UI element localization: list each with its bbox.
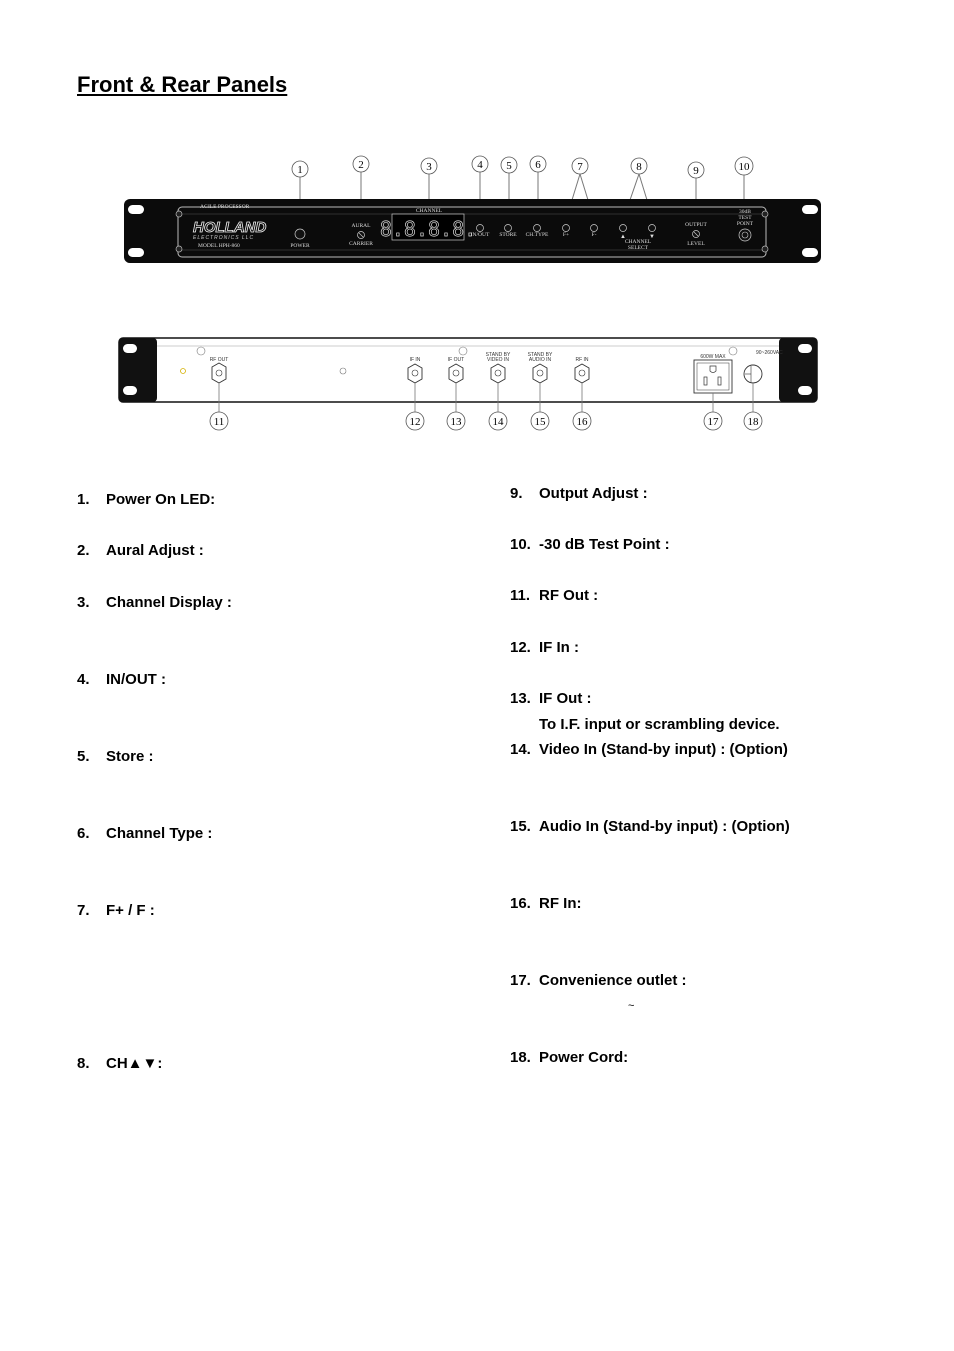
voltage-label: 90~260VAC	[756, 350, 783, 356]
if-out-connector[interactable]	[448, 363, 464, 384]
rf-in-label: RF IN	[575, 357, 588, 363]
item-label: Convenience outlet :	[539, 972, 687, 989]
list-item: 16. RF In:	[510, 895, 582, 912]
callout-num: 14	[493, 416, 505, 428]
callout-num: 16	[577, 416, 589, 428]
list-item: 2. Aural Adjust :	[77, 542, 204, 559]
list-item: 17. Convenience outlet :	[510, 972, 687, 989]
list-item: 12. IF In :	[510, 639, 579, 656]
if-in-label: IF IN	[410, 357, 421, 363]
item-label: RF Out :	[539, 587, 599, 604]
callout-num: 13	[451, 416, 463, 428]
if-out-label: IF OUT	[448, 357, 464, 363]
callout-num: 12	[410, 416, 421, 428]
list-item: 13. IF Out :	[510, 690, 592, 707]
item-17-tilde: ~	[628, 1000, 635, 1012]
list-item: 18. Power Cord:	[510, 1049, 629, 1066]
standby-video-in-connector[interactable]	[490, 363, 506, 384]
callout-num: 15	[535, 416, 547, 428]
item-label: Audio In (Stand-by input) : (Option)	[539, 818, 790, 835]
list-item: 3. Channel Display :	[77, 594, 232, 611]
list-item: 11. RF Out :	[510, 587, 599, 604]
item-label: Power On LED:	[106, 491, 216, 508]
item-label: Channel Display :	[106, 594, 232, 611]
callout-num: 11	[214, 416, 225, 428]
list-item: 1. Power On LED:	[77, 491, 216, 508]
callout-num: 18	[748, 416, 760, 428]
list-item: 10. -30 dB Test Point :	[510, 536, 670, 553]
item-label: Power Cord:	[539, 1049, 629, 1066]
item-label: CH▲▼:	[106, 1055, 163, 1072]
standby-audio-label: AUDIO IN	[529, 357, 552, 363]
outlet-max-label: 600W MAX	[700, 354, 726, 360]
rf-out-label: RF OUT	[210, 357, 229, 363]
item-label: IF Out :	[539, 690, 592, 707]
list-item: 5. Store :	[77, 748, 154, 765]
item-label: Aural Adjust :	[106, 542, 204, 559]
item-label: IF In :	[539, 639, 579, 656]
list-item: 4. IN/OUT :	[77, 671, 166, 688]
list-item: 7. F+ / F :	[77, 902, 155, 919]
item-label: IN/OUT :	[106, 671, 166, 688]
if-in-connector[interactable]	[407, 363, 423, 384]
item-label: -30 dB Test Point :	[539, 536, 670, 553]
callout-num: 17	[708, 416, 720, 428]
item-label: Output Adjust :	[539, 485, 648, 502]
rf-out-connector[interactable]	[211, 362, 227, 384]
standby-video-label: VIDEO IN	[487, 357, 509, 363]
item-label: RF In:	[539, 895, 582, 912]
list-item: 6. Channel Type :	[77, 825, 213, 842]
standby-audio-in-connector[interactable]	[532, 363, 548, 384]
list-item: 14. Video In (Stand-by input) : (Option)	[510, 741, 788, 758]
item-label: Video In (Stand-by input) : (Option)	[539, 741, 788, 758]
item-label: F+ / F :	[106, 902, 155, 919]
rear-panel-diagram: RF OUT IF IN IF OUT STAND BY VIDEO IN ST…	[118, 337, 818, 431]
item-label: Store :	[106, 748, 154, 765]
item-13-description: To I.F. input or scrambling device.	[539, 716, 780, 733]
list-item: 8. CH▲▼:	[77, 1055, 163, 1072]
rf-in-connector[interactable]	[574, 363, 590, 384]
convenience-outlet[interactable]	[693, 359, 733, 394]
list-item: 9. Output Adjust :	[510, 485, 648, 502]
list-item: 15. Audio In (Stand-by input) : (Option)	[510, 818, 790, 835]
item-label: Channel Type :	[106, 825, 213, 842]
